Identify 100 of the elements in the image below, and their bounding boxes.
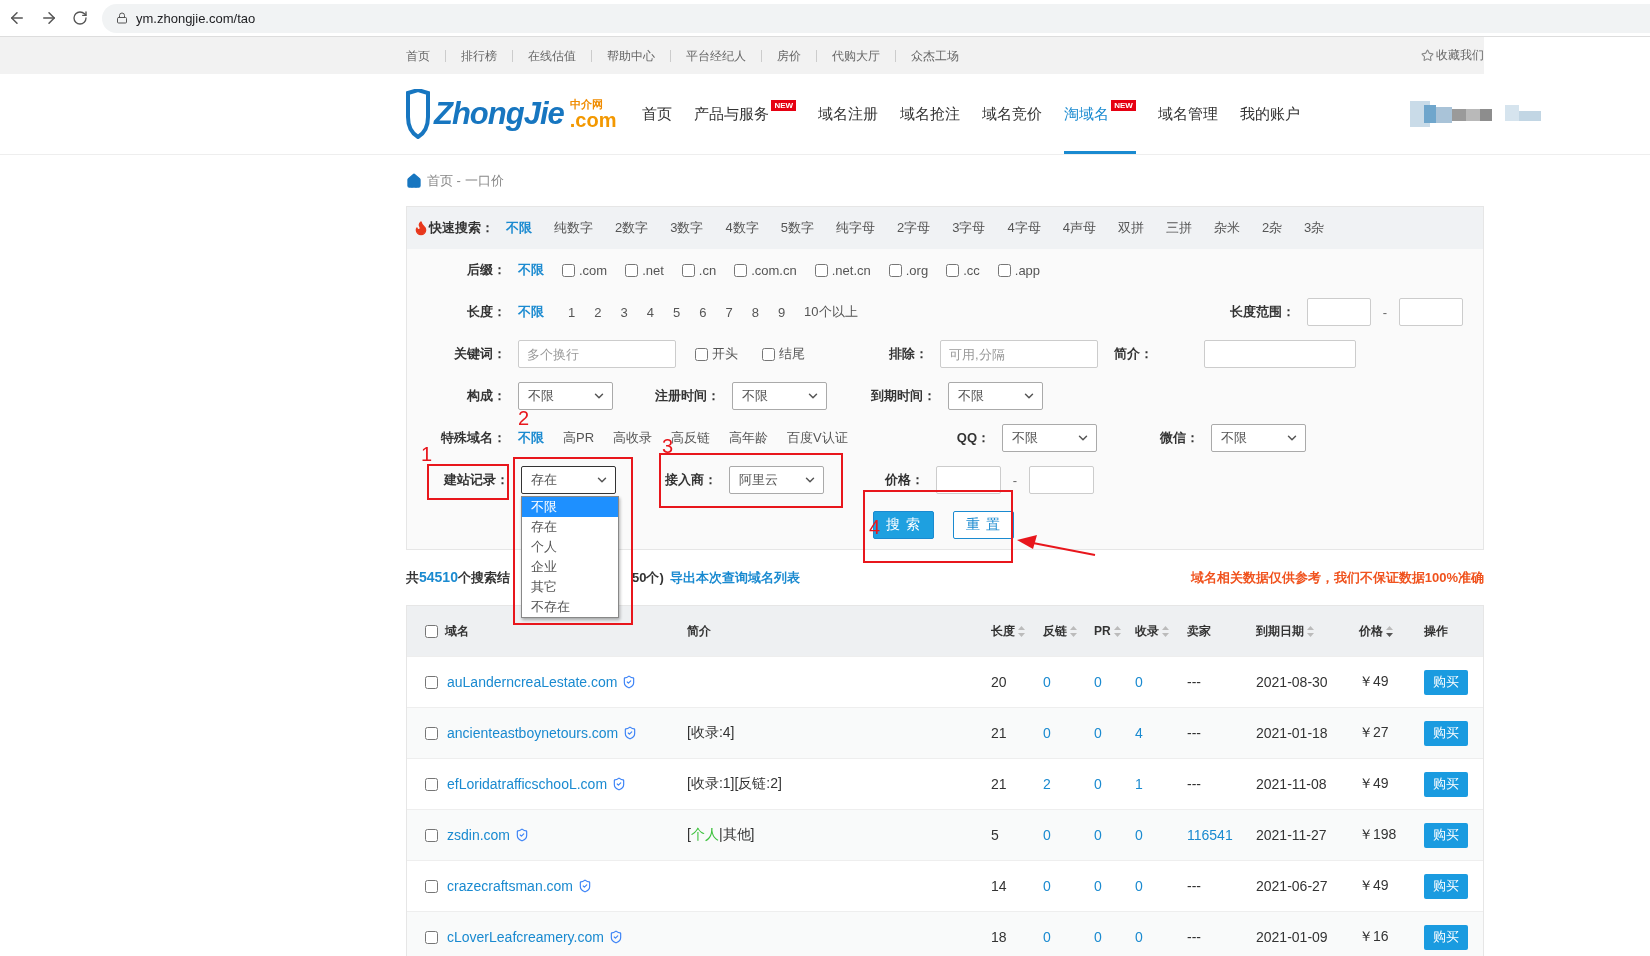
filter-option[interactable]: 10个以上	[804, 303, 858, 321]
checkbox[interactable]	[425, 675, 438, 689]
filter-option[interactable]: 纯数字	[554, 219, 593, 237]
checkbox[interactable]	[762, 347, 775, 361]
table-cell[interactable]: 0	[1043, 827, 1094, 843]
nav-item[interactable]: 淘域名 NEW	[1064, 74, 1136, 154]
table-cell[interactable]: 0	[1043, 878, 1094, 894]
dropdown[interactable]: 存在	[521, 466, 616, 494]
dropdown-option[interactable]: 不存在	[522, 597, 618, 617]
table-cell[interactable]: 0	[1135, 674, 1187, 690]
input-field[interactable]	[1204, 340, 1356, 368]
filter-option[interactable]: 2数字	[615, 219, 649, 237]
table-cell[interactable]: 2	[1043, 776, 1094, 792]
checkbox[interactable]	[425, 828, 438, 842]
table-cell[interactable]: 0	[1135, 878, 1187, 894]
dropdown[interactable]: 不限	[1002, 424, 1097, 452]
filter-option[interactable]: 2	[594, 304, 602, 320]
checkbox[interactable]	[888, 263, 902, 277]
filter-option[interactable]: 1	[568, 304, 576, 320]
nav-item[interactable]: 首页	[642, 74, 673, 154]
input-field[interactable]	[1307, 298, 1371, 326]
filter-option[interactable]: 5	[672, 304, 681, 320]
table-cell[interactable]: 0	[1043, 725, 1094, 741]
nav-item[interactable]: 域名注册	[818, 74, 879, 154]
domain-link[interactable]: auLanderncreaLestate.com	[447, 674, 618, 690]
filter-option[interactable]: 双拼	[1117, 219, 1144, 237]
reload-icon[interactable]	[72, 10, 88, 26]
dropdown[interactable]: 不限	[518, 382, 613, 410]
table-cell[interactable]: 0	[1135, 929, 1187, 945]
filter-option[interactable]: 4	[646, 304, 654, 320]
top-link[interactable]: 代购大厅	[816, 49, 895, 62]
top-link[interactable]: 首页	[406, 49, 445, 62]
filter-option[interactable]: 百度V认证	[787, 429, 848, 447]
nav-item[interactable]: 我的账户	[1239, 74, 1300, 154]
reset-button[interactable]: 重 置	[952, 511, 1014, 539]
checkbox[interactable]	[997, 263, 1011, 277]
forward-icon[interactable]	[40, 9, 58, 27]
nav-item[interactable]: 域名抢注	[900, 74, 961, 154]
domain-link[interactable]: cLoverLeafcreamery.com	[447, 929, 604, 945]
favorite-link[interactable]: 收藏我们	[1421, 47, 1484, 64]
table-cell[interactable]: 0	[1043, 929, 1094, 945]
top-link[interactable]: 众杰工场	[895, 49, 974, 62]
filter-option[interactable]: 4字母	[1007, 219, 1041, 237]
filter-option[interactable]: 高反链	[671, 429, 711, 447]
filter-option[interactable]: 高收录	[613, 429, 653, 447]
checkbox[interactable]	[425, 777, 438, 791]
filter-option[interactable]: 4数字	[725, 219, 759, 237]
nav-item[interactable]: 域名竞价	[982, 74, 1043, 154]
domain-link[interactable]: zsdin.com	[447, 827, 511, 843]
filter-option[interactable]: 纯字母	[835, 219, 875, 237]
nav-item[interactable]: 域名管理	[1157, 74, 1218, 154]
table-cell[interactable]: 0	[1094, 674, 1135, 690]
domain-link[interactable]: ancienteastboynetours.com	[447, 725, 619, 741]
dropdown[interactable]: 不限	[948, 382, 1043, 410]
table-cell[interactable]: 0	[1094, 827, 1135, 843]
table-cell[interactable]: 0	[1094, 878, 1135, 894]
checkbox[interactable]	[814, 263, 828, 277]
checkbox[interactable]	[425, 624, 438, 638]
top-link[interactable]: 排行榜	[445, 49, 512, 62]
export-link[interactable]: 导出本次查询域名列表	[669, 568, 800, 587]
checkbox[interactable]	[734, 263, 748, 277]
filter-option[interactable]: 2字母	[896, 219, 931, 237]
input-field[interactable]	[1029, 466, 1094, 494]
table-cell[interactable]: 0	[1094, 929, 1135, 945]
filter-option[interactable]: 杂米	[1213, 219, 1240, 237]
table-cell[interactable]: 0	[1043, 674, 1094, 690]
domain-link[interactable]: crazecraftsman.com	[447, 878, 574, 894]
dropdown[interactable]: 阿里云	[729, 466, 824, 494]
top-link[interactable]: 在线估值	[512, 49, 591, 62]
dropdown-option[interactable]: 企业	[522, 557, 618, 577]
sort-icon[interactable]	[1386, 625, 1393, 637]
filter-option[interactable]: 3字母	[952, 219, 986, 237]
home-icon[interactable]	[406, 172, 422, 189]
checkbox[interactable]	[425, 930, 438, 944]
filter-option[interactable]: 7	[725, 304, 733, 320]
dropdown-option[interactable]: 个人	[522, 537, 618, 557]
dropdown[interactable]: 不限	[732, 382, 827, 410]
domain-link[interactable]: efLoridatrafficschooL.com	[447, 776, 608, 792]
filter-option[interactable]: 4声母	[1062, 219, 1096, 237]
filter-option[interactable]: 3数字	[670, 219, 704, 237]
filter-option[interactable]: 6	[699, 304, 707, 320]
table-cell[interactable]: 0	[1094, 725, 1135, 741]
filter-option[interactable]: 不限	[518, 261, 544, 279]
table-cell[interactable]: 0	[1135, 827, 1187, 843]
checkbox[interactable]	[946, 263, 960, 277]
checkbox[interactable]	[562, 263, 575, 277]
checkbox[interactable]	[425, 726, 438, 740]
filter-option[interactable]: 5数字	[780, 219, 814, 237]
input-field[interactable]: 可用,分隔	[940, 340, 1098, 368]
filter-option[interactable]: 8	[751, 304, 759, 320]
table-cell[interactable]: 0	[1094, 776, 1135, 792]
nav-item[interactable]: 产品与服务 NEW	[694, 74, 797, 154]
table-cell[interactable]: 4	[1135, 725, 1187, 741]
input-field[interactable]: 多个换行	[518, 340, 676, 368]
checkbox[interactable]	[425, 879, 438, 893]
dropdown-option[interactable]: 存在	[522, 517, 618, 537]
filter-option[interactable]: 三拼	[1165, 219, 1192, 237]
filter-option[interactable]: 9	[777, 304, 786, 320]
top-link[interactable]: 平台经纪人	[670, 49, 761, 62]
filter-option[interactable]: 2杂	[1261, 219, 1283, 237]
